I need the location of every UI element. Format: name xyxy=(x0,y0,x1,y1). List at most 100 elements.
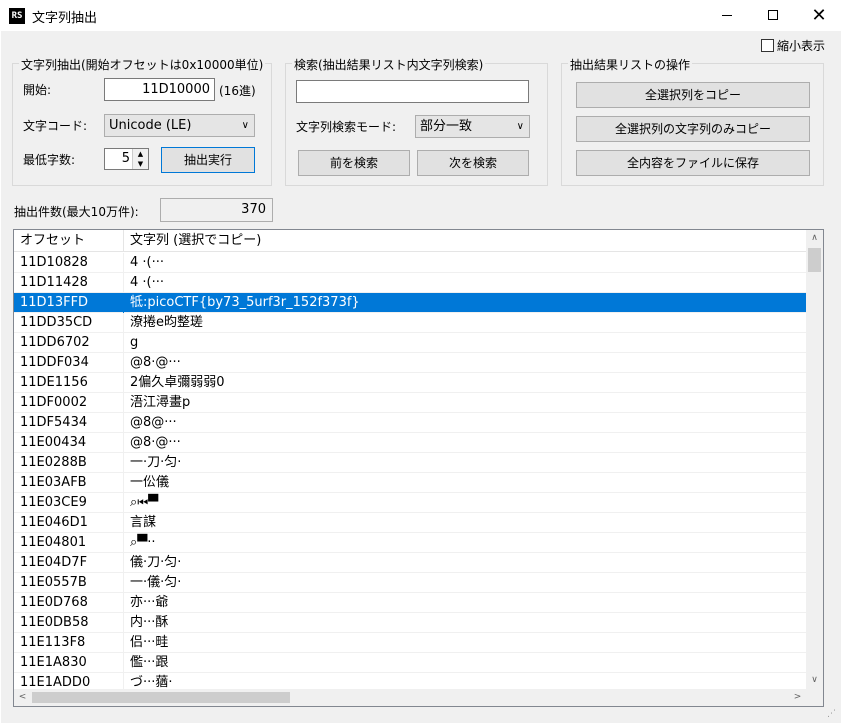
scroll-corner xyxy=(806,689,823,706)
chevron-down-icon: ∨ xyxy=(516,121,524,132)
string-cell: ⌕⏮▀ xyxy=(130,495,159,510)
offset-cell: 11E0288B xyxy=(14,453,124,473)
table-row[interactable]: 11D11428 4 ·(··· xyxy=(14,273,806,293)
offset-cell: 11D13FFD xyxy=(14,293,124,313)
list-header: オフセット 文字列 (選択でコピー) xyxy=(14,230,806,252)
copy-selected-strings-button[interactable]: 全選択列の文字列のみコピー xyxy=(576,116,810,142)
offset-cell: 11D10828 xyxy=(14,253,124,273)
string-cell: 4 ·(··· xyxy=(130,275,165,290)
scroll-down-icon[interactable]: ∨ xyxy=(806,672,823,689)
string-cell: 2偏久卓彌弱弱0 xyxy=(130,375,225,390)
offset-cell: 11E1A830 xyxy=(14,653,124,673)
table-row[interactable]: 11DF0002 浯江潯畫p xyxy=(14,393,806,413)
search-input[interactable] xyxy=(296,80,529,103)
scroll-right-icon[interactable]: > xyxy=(789,689,806,706)
ops-group: 抽出結果リストの操作 全選択列をコピー 全選択列の文字列のみコピー 全内容をファ… xyxy=(561,56,824,186)
table-row[interactable]: 11DE1156 2偏久卓彌弱弱0 xyxy=(14,373,806,393)
column-header-string[interactable]: 文字列 (選択でコピー) xyxy=(124,230,806,252)
minimize-button[interactable] xyxy=(704,0,750,31)
maximize-button[interactable] xyxy=(750,0,796,31)
table-row[interactable]: 11DD6702 g xyxy=(14,333,806,353)
offset-cell: 11E04801 xyxy=(14,533,124,553)
string-cell: 一伀儀 xyxy=(130,475,170,490)
horizontal-scroll-thumb[interactable] xyxy=(32,692,290,703)
table-row[interactable]: 11E0DB58 内···酥 xyxy=(14,613,806,633)
extract-group-legend: 文字列抽出(開始オフセットは0x10000単位) xyxy=(19,56,266,73)
vertical-scrollbar[interactable]: ∧ ∨ xyxy=(806,230,823,689)
table-row[interactable]: 11D10828 4 ·(··· xyxy=(14,253,806,273)
offset-cell: 11DE1156 xyxy=(14,373,124,393)
start-label: 開始: xyxy=(23,83,52,97)
table-row[interactable]: 11E03CE9 ⌕⏮▀ xyxy=(14,493,806,513)
app-icon: RS xyxy=(9,8,25,24)
table-row[interactable]: 11DDF034 @8·@··· xyxy=(14,353,806,373)
string-cell: 潦捲e昀整瑳 xyxy=(130,315,203,330)
search-mode-select[interactable]: 部分一致 ∨ xyxy=(415,115,530,138)
table-row[interactable]: 11E046D1 言謀 xyxy=(14,513,806,533)
table-row[interactable]: 11E04D7F 儀·刀·匀· xyxy=(14,553,806,573)
run-extract-button[interactable]: 抽出実行 xyxy=(161,147,255,173)
table-row[interactable]: 11DD35CD 潦捲e昀整瑳 xyxy=(14,313,806,333)
search-mode-value: 部分一致 xyxy=(420,119,473,134)
scroll-up-icon[interactable]: ∧ xyxy=(806,230,823,247)
results-list[interactable]: オフセット 文字列 (選択でコピー) 11D10828 4 ·(··· 11D114… xyxy=(13,229,824,707)
extract-group: 文字列抽出(開始オフセットは0x10000単位) 開始: 11D10000 (1… xyxy=(12,56,272,186)
offset-cell: 11DD35CD xyxy=(14,313,124,333)
offset-cell: 11E113F8 xyxy=(14,633,124,653)
offset-cell: 11E0DB58 xyxy=(14,613,124,633)
encoding-select[interactable]: Unicode (LE) ∨ xyxy=(104,114,255,137)
offset-cell: 11DF5434 xyxy=(14,413,124,433)
table-row[interactable]: 11E00434 @8·@··· xyxy=(14,433,806,453)
string-cell: 4 ·(··· xyxy=(130,255,165,270)
table-row[interactable]: 11E0D768 亦···爺 xyxy=(14,593,806,613)
table-row[interactable]: 11D13FFD 牴:picoCTF{by73_5urf3r_152f373f} xyxy=(14,293,806,313)
table-row[interactable]: 11E1A830 儖···跟 xyxy=(14,653,806,673)
offset-cell: 11DD6702 xyxy=(14,333,124,353)
client-area: 縮小表示 文字列抽出(開始オフセットは0x10000単位) 開始: 11D100… xyxy=(1,31,841,723)
offset-cell: 11E0557B xyxy=(14,573,124,593)
close-button[interactable]: ✕ xyxy=(796,0,842,31)
string-cell: 一·刀·匀· xyxy=(130,455,182,470)
offset-cell: 11DF0002 xyxy=(14,393,124,413)
scroll-left-icon[interactable]: < xyxy=(14,689,31,706)
offset-cell: 11E04D7F xyxy=(14,553,124,573)
table-row[interactable]: 11E0557B 一·儀·匀· xyxy=(14,573,806,593)
ops-group-legend: 抽出結果リストの操作 xyxy=(568,56,693,73)
offset-cell: 11E046D1 xyxy=(14,513,124,533)
horizontal-scrollbar[interactable]: < > xyxy=(14,689,806,706)
min-length-value: 5 xyxy=(121,151,130,166)
vertical-scroll-thumb[interactable] xyxy=(808,248,821,272)
checkbox-box[interactable] xyxy=(761,39,774,52)
search-mode-label: 文字列検索モード: xyxy=(296,120,397,134)
string-cell: g xyxy=(130,335,139,350)
save-to-file-button[interactable]: 全内容をファイルに保存 xyxy=(576,150,810,176)
hex-note: (16進) xyxy=(219,84,256,98)
string-cell: 牴:picoCTF{by73_5urf3r_152f373f} xyxy=(130,295,360,310)
resize-grip-icon[interactable]: ⋰ xyxy=(827,709,836,719)
min-length-stepper[interactable]: 5 ▲ ▼ xyxy=(104,148,149,170)
find-prev-button[interactable]: 前を検索 xyxy=(298,150,410,176)
string-cell: 亦···爺 xyxy=(130,595,169,610)
string-cell: 儀·刀·匀· xyxy=(130,555,182,570)
string-cell: @8·@··· xyxy=(130,355,181,370)
column-header-offset[interactable]: オフセット xyxy=(14,230,124,252)
table-row[interactable]: 11DF5434 @8@··· xyxy=(14,413,806,433)
offset-cell: 11E03AFB xyxy=(14,473,124,493)
table-row[interactable]: 11E04801 ⌕▀·· xyxy=(14,533,806,553)
copy-selected-rows-button[interactable]: 全選択列をコピー xyxy=(576,82,810,108)
start-offset-input[interactable]: 11D10000 xyxy=(104,78,215,101)
stepper-arrows-icon[interactable]: ▲ ▼ xyxy=(132,149,148,169)
encoding-label: 文字コード: xyxy=(23,119,88,133)
string-cell: 侣···畦 xyxy=(130,635,169,650)
table-row[interactable]: 11E0288B 一·刀·匀· xyxy=(14,453,806,473)
table-row[interactable]: 11E113F8 侣···畦 xyxy=(14,633,806,653)
string-cell: 内···酥 xyxy=(130,615,169,630)
table-row[interactable]: 11E03AFB 一伀儀 xyxy=(14,473,806,493)
search-group-legend: 検索(抽出結果リスト内文字列検索) xyxy=(292,56,486,73)
offset-cell: 11E03CE9 xyxy=(14,493,124,513)
find-next-button[interactable]: 次を検索 xyxy=(417,150,529,176)
string-cell: @8@··· xyxy=(130,415,177,430)
string-cell: 儖···跟 xyxy=(130,655,169,670)
shrink-checkbox[interactable]: 縮小表示 xyxy=(761,37,825,54)
shrink-label: 縮小表示 xyxy=(777,39,826,53)
